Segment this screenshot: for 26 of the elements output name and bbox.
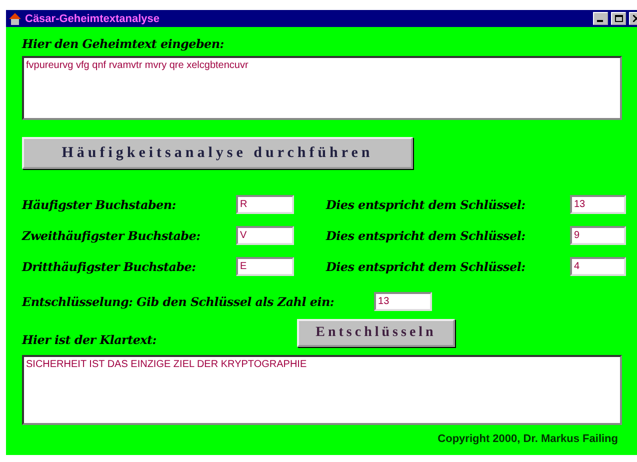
letter-field[interactable]: E [236,257,294,276]
letter-label: Zweithäufigster Buchstabe: [22,228,202,242]
letter-label: Dritthäufigster Buchstabe: [22,260,197,274]
plaintext-label: Hier ist der Klartext: [22,333,156,347]
letter-field[interactable]: R [236,195,294,214]
house-icon [8,12,22,25]
letter-field[interactable]: V [236,226,294,245]
analyze-button[interactable]: Häufigkeitsanalyse durchführen [22,137,413,169]
ciphertext-label: Hier den Geheimtext eingeben: [22,37,225,51]
maximize-button[interactable] [611,12,626,25]
key-field[interactable]: 9 [570,226,626,245]
decryption-label: Entschlüsselung: Gib den Schlüssel als Zahl ein: [22,294,334,308]
minimize-button[interactable] [593,12,608,25]
key-field[interactable]: 13 [570,195,626,214]
copyright-text: Copyright 2000, Dr. Markus Failing [438,433,618,445]
letter-label: Häufigster Buchstaben: [22,198,177,212]
key-field[interactable]: 4 [570,257,626,276]
key-label: Dies entspricht dem Schlüssel: [326,228,526,242]
window-title: Cäsar-Geheimtextanalyse [25,12,161,24]
maximize-icon [614,15,622,22]
decrypt-button[interactable]: Entschlüsseln [297,319,455,347]
plaintext-field[interactable]: SICHERHEIT IST DAS EINZIGE ZIEL DER KRYPTOGRAPHIE [22,355,622,425]
key-label: Dies entspricht dem Schlüssel: [326,260,526,274]
key-label: Dies entspricht dem Schlüssel: [326,198,526,212]
ciphertext-field[interactable]: fvpureurvg vfg qnf rvamvtr mvry qre xelcgbtencuvr [22,56,622,120]
decryption-key-field[interactable]: 13 [374,292,432,311]
